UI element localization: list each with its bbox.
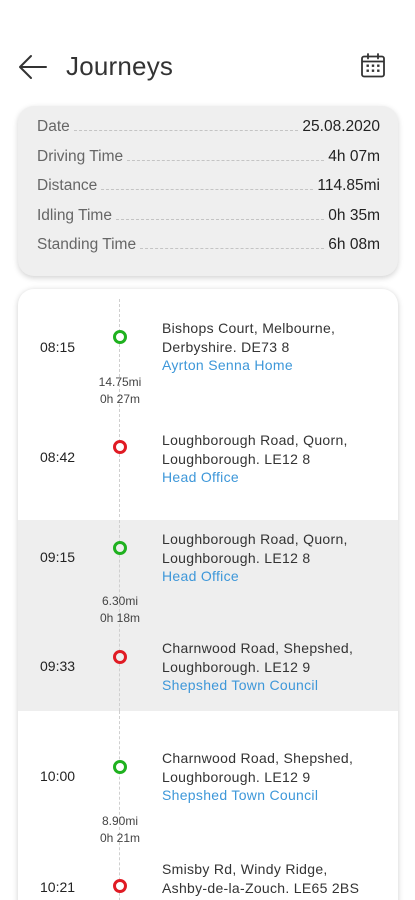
leader-dots [140,248,325,249]
journey-duration: 0h 18m [99,611,141,625]
start-address: Charnwood Road, Shepshed, Loughborough. … [162,749,353,805]
leader-dots [73,130,299,131]
journey-list: 08:15 Bishops Court, Melbourne, Derbyshi… [18,289,398,900]
place-name: Ayrton Senna Home [162,357,293,373]
address-line: Charnwood Road, Shepshed, [162,640,354,656]
end-marker-icon [113,440,127,454]
end-marker-icon [113,650,127,664]
page-title: Journeys [66,51,174,81]
back-button[interactable] [16,52,50,82]
summary-value: 25.08.2020 [302,118,380,135]
address-line: Loughborough Road, Quorn, [162,432,348,448]
summary-value: 6h 08m [328,236,380,253]
summary-row-distance: Distance 114.85mi [37,177,380,207]
end-time: 08:42 [40,449,76,465]
place-name: Shepshed Town Council [162,787,319,803]
leader-dots [115,218,325,220]
summary-value: 114.85mi [317,177,380,194]
address-line: Smisby Rd, Windy Ridge, [162,861,328,877]
journey-distance: 6.30mi [101,594,139,608]
summary-label: Date [37,118,70,135]
summary-label: Distance [37,177,98,194]
summary-value: 4h 07m [328,147,380,165]
summary-row-date: Date 25.08.2020 [37,118,380,148]
summary-label: Idling Time [37,206,112,224]
address-line: Bishops Court, Melbourne, [162,320,336,336]
place-name: Head Office [162,469,239,485]
calendar-icon [361,53,385,78]
journey-stats: 14.75mi 0h 27m [86,374,154,408]
app-header: Journeys [0,40,415,96]
journey-duration: 0h 21m [99,831,141,845]
leader-dots [101,189,314,190]
place-name: Head Office [162,568,239,584]
summary-row-driving-time: Driving Time 4h 07m [37,148,380,178]
start-time: 09:15 [40,549,76,565]
end-marker-icon [113,879,127,893]
start-time: 08:15 [40,339,76,355]
timeline-line [119,711,120,900]
start-time: 10:00 [40,768,76,784]
journey-item[interactable]: 08:15 Bishops Court, Melbourne, Derbyshi… [18,299,398,517]
summary-value: 0h 35m [328,206,380,224]
address-line: Charnwood Road, Shepshed, [162,750,354,766]
place-name: Shepshed Town Council [162,677,319,693]
calendar-button[interactable] [359,52,387,80]
journey-duration: 0h 27m [99,392,141,406]
arrow-left-icon [19,55,47,79]
address-line: Loughborough. LE12 8 [162,450,311,467]
end-address: Charnwood Road, Shepshed, Loughborough. … [162,639,353,695]
start-marker-icon [113,330,127,344]
end-address: Smisby Rd, Windy Ridge, Ashby-de-la-Zouc… [162,860,359,897]
leader-dots [127,159,325,161]
summary-row-standing-time: Standing Time 6h 08m [37,236,380,266]
end-address: Loughborough Road, Quorn, Loughborough. … [162,431,348,487]
journey-distance: 14.75mi [98,375,142,389]
start-address: Loughborough Road, Quorn, Loughborough. … [162,530,348,586]
end-time: 09:33 [40,658,76,674]
address-line: Ashby-de-la-Zouch. LE65 2BS [162,879,360,896]
start-address: Bishops Court, Melbourne, Derbyshire. DE… [162,319,335,375]
address-line: Derbyshire. DE73 8 [162,338,290,355]
start-marker-icon [113,541,127,555]
end-time: 10:21 [40,879,76,895]
journey-distance: 8.90mi [101,814,139,828]
journey-stats: 8.90mi 0h 21m [86,813,154,847]
address-line: Loughborough. LE12 9 [162,658,311,675]
start-marker-icon [113,760,127,774]
journey-summary-card: Date 25.08.2020 Driving Time 4h 07m Dist… [18,106,398,276]
address-line: Loughborough. LE12 9 [162,768,311,785]
journey-item[interactable]: 10:00 Charnwood Road, Shepshed, Loughbor… [18,711,398,900]
journey-item[interactable]: 09:15 Loughborough Road, Quorn, Loughbor… [18,520,398,711]
journey-stats: 6.30mi 0h 18m [86,593,154,627]
summary-label: Driving Time [37,147,124,165]
summary-row-idling-time: Idling Time 0h 35m [37,207,380,237]
address-line: Loughborough. LE12 8 [162,549,311,566]
address-line: Loughborough Road, Quorn, [162,531,348,547]
summary-label: Standing Time [37,236,137,253]
